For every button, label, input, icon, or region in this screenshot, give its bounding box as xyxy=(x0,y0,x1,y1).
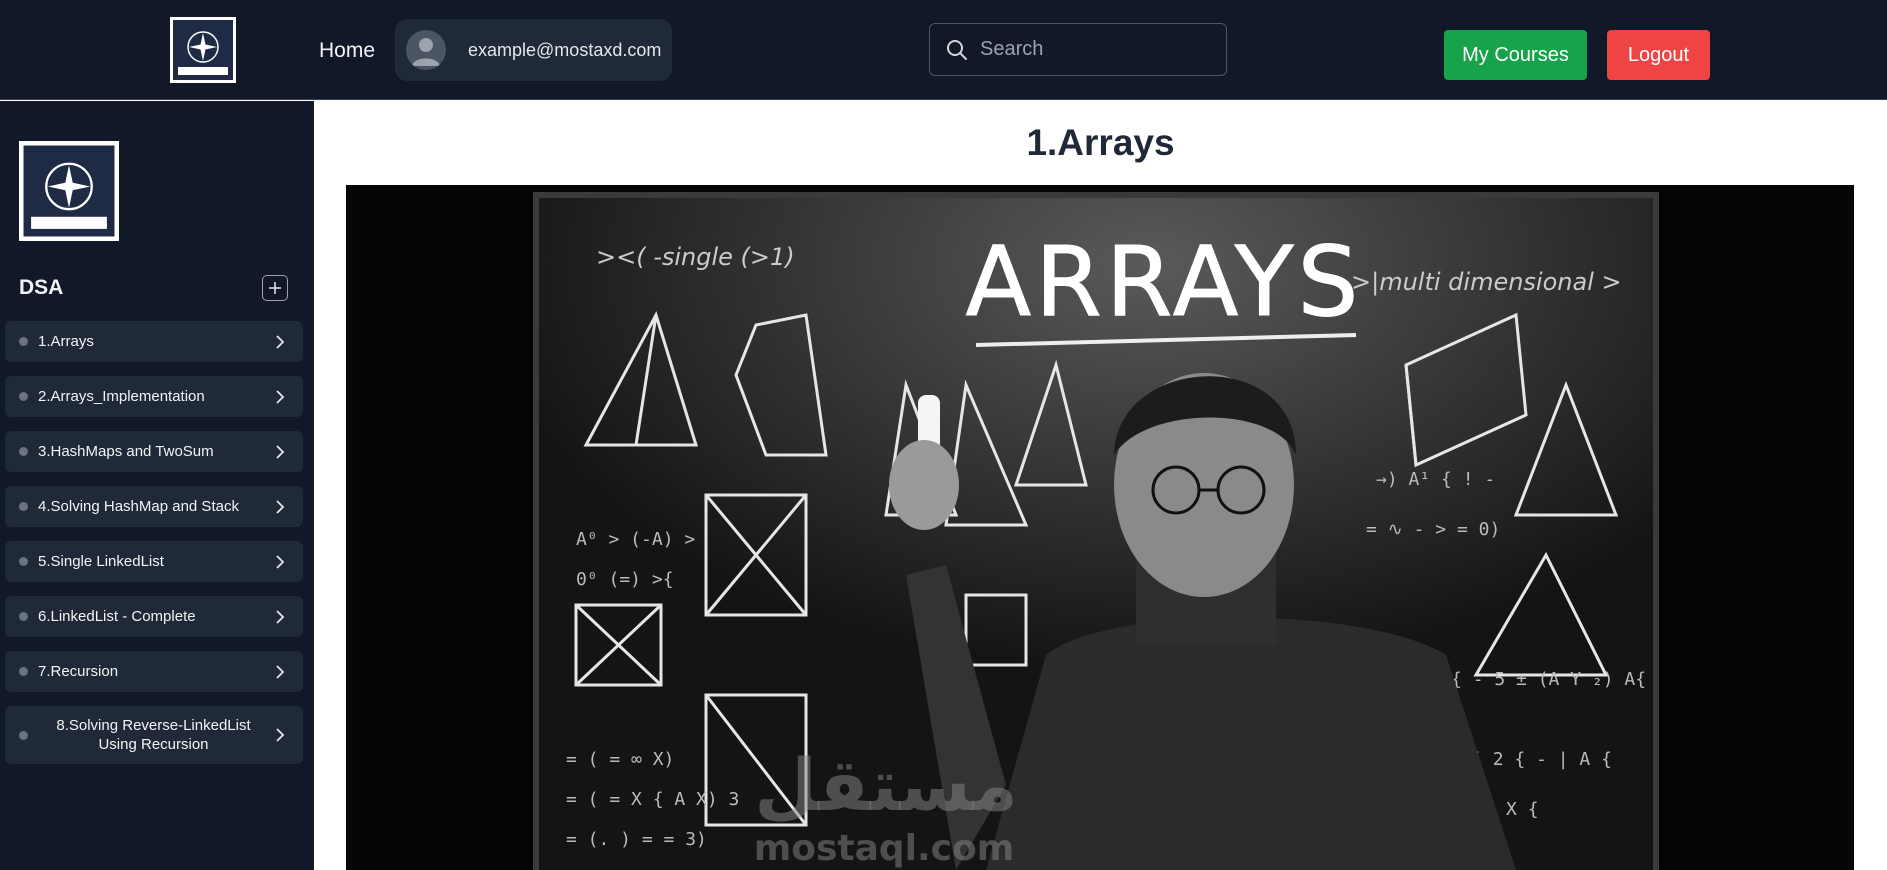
lesson-title: 1.Arrays xyxy=(1026,122,1175,163)
site-logo[interactable] xyxy=(170,17,236,83)
compass-logo-icon xyxy=(23,145,115,237)
chalkboard-illustration: ARRAYS ><( -single (>1) >|multi dimensio… xyxy=(533,192,1659,870)
lesson-list: 1.Arrays 2.Arrays_Implementation 3.HashM… xyxy=(5,321,303,778)
compass-logo-icon xyxy=(173,20,233,80)
my-courses-button[interactable]: My Courses xyxy=(1444,30,1587,80)
lesson-label: 3.HashMaps and TwoSum xyxy=(38,443,214,460)
user-email: example@mostaxd.com xyxy=(468,39,662,60)
board-note-left: ><( -single (>1) xyxy=(596,243,795,271)
search-box[interactable] xyxy=(929,23,1227,76)
plus-icon xyxy=(269,282,281,294)
lesson-item[interactable]: 2.Arrays_Implementation xyxy=(5,376,303,417)
lesson-item[interactable]: 4.Solving HashMap and Stack xyxy=(5,486,303,527)
lesson-label: 1.Arrays xyxy=(38,333,94,350)
chevron-right-icon xyxy=(276,499,285,514)
svg-text:A⁰ > (-A) >: A⁰ > (-A) > xyxy=(576,529,695,550)
logout-button[interactable]: Logout xyxy=(1607,30,1710,80)
lesson-item[interactable]: 1.Arrays xyxy=(5,321,303,362)
lesson-item[interactable]: 5.Single LinkedList xyxy=(5,541,303,582)
bullet-dot xyxy=(19,502,28,511)
chevron-right-icon xyxy=(276,728,285,742)
lesson-item[interactable]: 8.Solving Reverse-LinkedList Using Recur… xyxy=(5,706,303,764)
svg-text:0⁰ (=) >{: 0⁰ (=) >{ xyxy=(576,569,674,590)
chevron-right-icon xyxy=(276,334,285,349)
sidebar-logo xyxy=(19,141,119,241)
svg-text:→) A¹ { ! -: →) A¹ { ! - xyxy=(1376,469,1495,490)
bullet-dot xyxy=(19,612,28,621)
chevron-right-icon xyxy=(276,554,285,569)
board-title: ARRAYS xyxy=(966,226,1363,338)
chevron-right-icon xyxy=(276,664,285,679)
search-icon xyxy=(947,39,967,60)
home-link[interactable]: Home xyxy=(319,39,375,63)
add-lesson-button[interactable] xyxy=(262,275,288,301)
lesson-label: 8.Solving Reverse-LinkedList Using Recur… xyxy=(56,717,251,753)
avatar-icon xyxy=(406,30,446,70)
top-navbar: Home example@mostaxd.com My Courses Logo… xyxy=(0,0,1887,100)
bullet-dot xyxy=(19,667,28,676)
lesson-cover-image: ARRAYS ><( -single (>1) >|multi dimensio… xyxy=(346,185,1854,870)
board-note-right: >|multi dimensional > xyxy=(1351,268,1622,296)
user-profile[interactable]: example@mostaxd.com xyxy=(395,19,672,81)
lesson-item[interactable]: 6.LinkedList - Complete xyxy=(5,596,303,637)
lesson-content: 1.Arrays ARRAYS ><( -single (>1) >|multi… xyxy=(314,101,1887,870)
chevron-right-icon xyxy=(276,389,285,404)
svg-text:= ( = ∞ X): = ( = ∞ X) xyxy=(566,749,674,770)
chevron-right-icon xyxy=(276,444,285,459)
lesson-label: 6.LinkedList - Complete xyxy=(38,608,196,625)
course-sidebar: DSA 1.Arrays 2.Arrays_Implementation 3.H… xyxy=(0,101,314,870)
lesson-label: 5.Single LinkedList xyxy=(38,553,164,570)
bullet-dot xyxy=(19,730,28,740)
svg-text:= ∿ - > = 0): = ∿ - > = 0) xyxy=(1366,519,1500,540)
svg-text:= ( = X { A X) 3: = ( = X { A X) 3 xyxy=(566,789,739,810)
bullet-dot xyxy=(19,447,28,456)
bullet-dot xyxy=(19,557,28,566)
lesson-label: 2.Arrays_Implementation xyxy=(38,388,205,405)
course-title: DSA xyxy=(19,276,64,299)
svg-text:= (. ) = = 3): = (. ) = = 3) xyxy=(566,829,707,850)
chevron-right-icon xyxy=(276,609,285,624)
lesson-item[interactable]: 7.Recursion xyxy=(5,651,303,692)
bullet-dot xyxy=(19,337,28,346)
watermark-latin: mostaql.com xyxy=(754,828,1015,869)
bullet-dot xyxy=(19,392,28,401)
lesson-item[interactable]: 3.HashMaps and TwoSum xyxy=(5,431,303,472)
watermark-arabic: مستقل xyxy=(754,743,1017,827)
search-input[interactable] xyxy=(980,38,1220,61)
lesson-label: 4.Solving HashMap and Stack xyxy=(38,498,239,515)
lesson-label: 7.Recursion xyxy=(38,663,119,680)
